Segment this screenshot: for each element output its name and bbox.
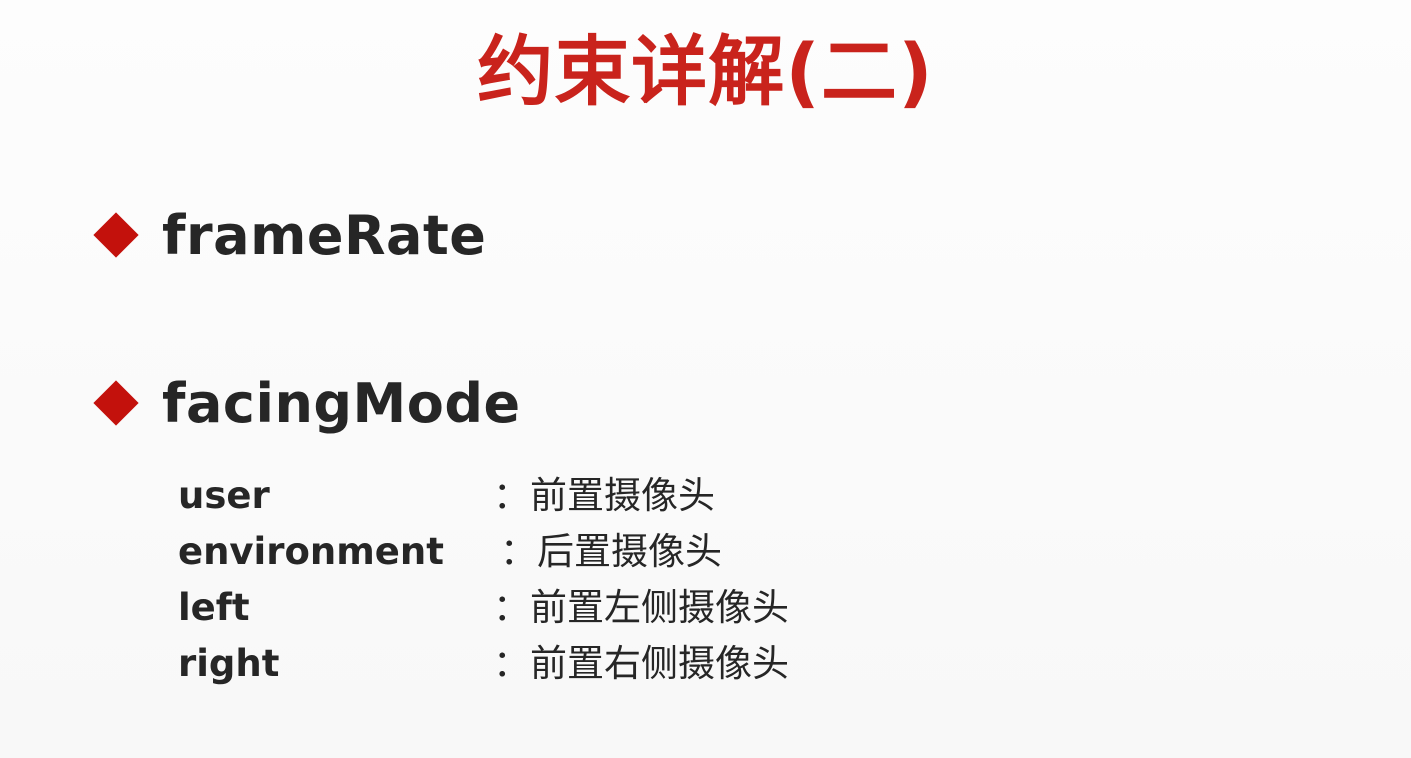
slide: 约束详解(二) frameRate facingMode user ：前置摄像头…: [0, 0, 1411, 758]
option-description: ：后置摄像头: [500, 530, 722, 573]
bullet-item-framerate: frameRate: [92, 200, 486, 270]
option-key: user: [178, 474, 270, 517]
option-description: ：前置摄像头: [493, 474, 715, 517]
slide-title: 约束详解(二): [477, 27, 934, 116]
bullet-label: facingMode: [162, 371, 521, 435]
option-key: left: [178, 586, 250, 629]
option-description: ：前置右侧摄像头: [493, 642, 789, 685]
option-key: environment: [178, 530, 444, 573]
bullet-item-facingmode: facingMode: [92, 368, 521, 438]
diamond-icon: [93, 380, 139, 426]
option-description: ：前置左侧摄像头: [493, 586, 789, 629]
diamond-icon: [93, 212, 139, 258]
bullet-label: frameRate: [162, 203, 487, 267]
option-key: right: [178, 642, 280, 685]
